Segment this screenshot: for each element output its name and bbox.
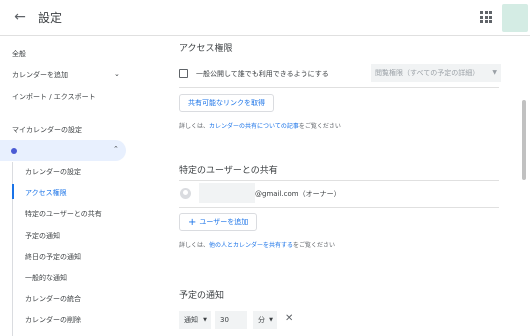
divider [179, 180, 499, 181]
page-title: 設定 [38, 11, 63, 25]
get-shareable-link-button[interactable]: 共有可能なリンクを取得 [179, 94, 274, 112]
sidebar-heading-my-calendars: マイカレンダーの設定 [12, 126, 82, 134]
caret-down-icon: ▼ [492, 69, 497, 76]
notification-type-value: 通知 [184, 316, 198, 324]
remove-notification-icon[interactable]: ✕ [285, 313, 293, 324]
scrollbar-thumb[interactable] [522, 100, 526, 180]
sidebar-item-import-export[interactable]: インポート / エクスポート [12, 92, 96, 102]
owner-email: @gmail.com（オーナー） [255, 190, 341, 198]
section-title-notifications: 予定の通知 [179, 291, 225, 301]
notification-value: 30 [220, 316, 229, 324]
notification-type-select[interactable]: 通知 ▼ [179, 311, 211, 329]
help-link-share-calendar[interactable]: 他の人とカレンダーを共有する [209, 242, 293, 249]
app-header: ← 設定 [0, 0, 530, 36]
sidebar-sub-delete[interactable]: カレンダーの削除 [25, 315, 81, 325]
help-link-sharing[interactable]: カレンダーの共有についての記事 [209, 123, 299, 130]
settings-sidebar: 全般 カレンダーを追加 ⌄ インポート / エクスポート マイカレンダーの設定 … [0, 36, 137, 336]
sidebar-sub-access[interactable]: アクセス権限 [25, 188, 67, 198]
settings-main: アクセス権限 一般公開して誰でも利用できるようにする 閲覧権限（すべての予定の詳… [137, 36, 530, 336]
help-suffix: をご覧ください [298, 123, 341, 130]
access-help-text: 詳しくは、カレンダーの共有についての記事をご覧ください [179, 121, 341, 130]
divider [179, 207, 499, 208]
section-title-share: 特定のユーザーとの共有 [179, 166, 278, 176]
apps-grid-icon[interactable] [480, 11, 492, 23]
share-help-text: 詳しくは、他の人とカレンダーを共有するをご覧ください [179, 240, 335, 249]
help-prefix: 詳しくは、 [179, 123, 210, 130]
sidebar-sub-notifications[interactable]: 予定の通知 [25, 231, 60, 241]
sidebar-item-general[interactable]: 全般 [12, 49, 26, 59]
public-checkbox-label: 一般公開して誰でも利用できるようにする [196, 70, 329, 78]
help-prefix: 詳しくは、 [179, 242, 210, 249]
notification-unit-value: 分 [258, 316, 265, 324]
sidebar-sub-calendar-settings[interactable]: カレンダーの設定 [25, 167, 81, 177]
divider [179, 87, 499, 88]
add-user-button[interactable]: + ユーザーを追加 [179, 213, 258, 231]
sidebar-sub-general-notifications[interactable]: 一般的な通知 [25, 273, 67, 283]
user-avatar-icon [180, 188, 191, 199]
chevron-down-icon[interactable]: ⌄ [114, 70, 120, 78]
account-avatar[interactable] [502, 4, 528, 32]
notification-unit-select[interactable]: 分 ▼ [253, 311, 277, 329]
permission-select-value: 閲覧権限（すべての予定の詳細） [375, 69, 480, 77]
caret-down-icon: ▼ [269, 317, 273, 323]
sidebar-item-add-calendar[interactable]: カレンダーを追加 [12, 70, 68, 80]
redacted-email [199, 183, 255, 203]
sidebar-sub-share[interactable]: 特定のユーザーとの共有 [25, 209, 102, 219]
sidebar-calendar-selected[interactable]: ⌃ [0, 140, 126, 161]
calendar-color-dot [11, 148, 17, 154]
add-user-label: ユーザーを追加 [199, 218, 249, 226]
section-title-access: アクセス権限 [179, 44, 233, 54]
public-checkbox[interactable] [179, 69, 188, 78]
permission-select[interactable]: 閲覧権限（すべての予定の詳細） ▼ [371, 64, 501, 82]
caret-down-icon: ▼ [203, 317, 207, 323]
notification-value-input[interactable]: 30 [215, 311, 247, 329]
active-indicator [12, 184, 14, 199]
back-arrow-icon[interactable]: ← [12, 9, 28, 25]
sidebar-sub-integrate[interactable]: カレンダーの統合 [25, 294, 81, 304]
help-suffix: をご覧ください [293, 242, 336, 249]
sidebar-sub-allday-notifications[interactable]: 終日の予定の通知 [25, 252, 81, 262]
chevron-up-icon[interactable]: ⌃ [113, 145, 119, 153]
plus-icon: + [188, 217, 197, 228]
